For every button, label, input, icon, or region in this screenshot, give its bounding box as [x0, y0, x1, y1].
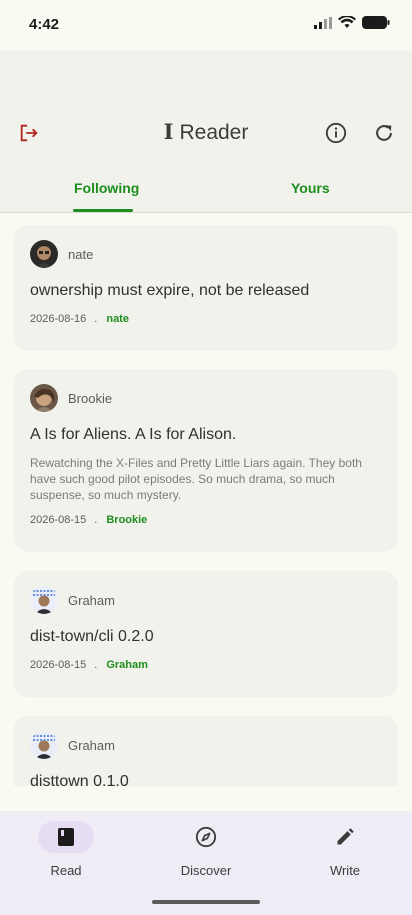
post-meta: 2026-08-15 . Graham [30, 659, 148, 671]
page-title-text: Reader [179, 121, 249, 144]
post-author-link[interactable]: Brookie [106, 514, 147, 526]
avatar [30, 384, 58, 412]
tab-bar: Following Yours [0, 170, 412, 213]
pencil-icon [337, 828, 354, 845]
post-author[interactable]: nate [68, 247, 93, 262]
avatar [30, 240, 58, 268]
post-author-link[interactable]: nate [106, 313, 129, 325]
tab-following[interactable]: Following [74, 180, 139, 196]
post-title[interactable]: dist-town/cli 0.2.0 [30, 628, 154, 646]
nav-discover[interactable]: Discover [161, 821, 251, 878]
status-time: 4:42 [29, 16, 60, 33]
post-title[interactable]: A Is for Aliens. A Is for Alison. [30, 426, 236, 444]
avatar [30, 731, 58, 759]
status-bar: 4:42 [0, 0, 412, 50]
book-icon [58, 828, 74, 846]
post-feed[interactable]: nate ownership must expire, not be relea… [0, 214, 412, 786]
post-title[interactable]: disttown 0.1.0 [30, 773, 129, 786]
post-author[interactable]: Graham [68, 593, 115, 608]
signal-icon [314, 16, 332, 29]
refresh-button[interactable] [370, 119, 398, 147]
app-bar [0, 50, 412, 170]
post-date: 2026-08-15 [30, 659, 87, 671]
page-title: I Reader [0, 119, 412, 145]
meta-separator: . [94, 514, 98, 526]
refresh-icon [376, 125, 392, 141]
text-cursor-icon: I [163, 119, 174, 144]
tab-yours[interactable]: Yours [291, 180, 330, 196]
post-meta: 2026-08-16 . nate [30, 313, 129, 325]
avatar [30, 586, 58, 614]
post-date: 2026-08-15 [30, 514, 87, 526]
home-indicator[interactable] [152, 900, 260, 904]
tab-indicator [73, 209, 133, 212]
compass-icon [195, 826, 217, 848]
nav-discover-indicator [178, 821, 234, 853]
nav-write-indicator [317, 821, 373, 853]
meta-separator: . [94, 659, 98, 671]
status-icons [314, 16, 390, 29]
post-card[interactable]: Graham disttown 0.1.0 [14, 716, 398, 786]
post-title[interactable]: ownership must expire, not be released [30, 282, 309, 300]
nav-write-label: Write [329, 863, 361, 878]
post-author[interactable]: Brookie [68, 391, 112, 406]
meta-separator: . [94, 313, 98, 325]
nav-read-indicator [38, 821, 94, 853]
info-icon [325, 122, 347, 144]
battery-icon [362, 16, 390, 29]
post-card[interactable]: Brookie A Is for Aliens. A Is for Alison… [14, 369, 398, 552]
post-author[interactable]: Graham [68, 738, 115, 753]
wifi-icon [338, 16, 356, 28]
post-excerpt: Rewatching the X-Files and Pretty Little… [30, 456, 362, 502]
post-card[interactable]: Graham dist-town/cli 0.2.0 2026-08-15 . … [14, 571, 398, 697]
info-button[interactable] [322, 119, 350, 147]
nav-read-label: Read [50, 863, 82, 878]
post-meta: 2026-08-15 . Brookie [30, 514, 147, 526]
post-author-link[interactable]: Graham [106, 659, 148, 671]
nav-write[interactable]: Write [300, 821, 390, 878]
post-card[interactable]: nate ownership must expire, not be relea… [14, 225, 398, 351]
nav-discover-label: Discover [180, 863, 232, 878]
nav-read[interactable]: Read [21, 821, 111, 878]
post-date: 2026-08-16 [30, 313, 87, 325]
